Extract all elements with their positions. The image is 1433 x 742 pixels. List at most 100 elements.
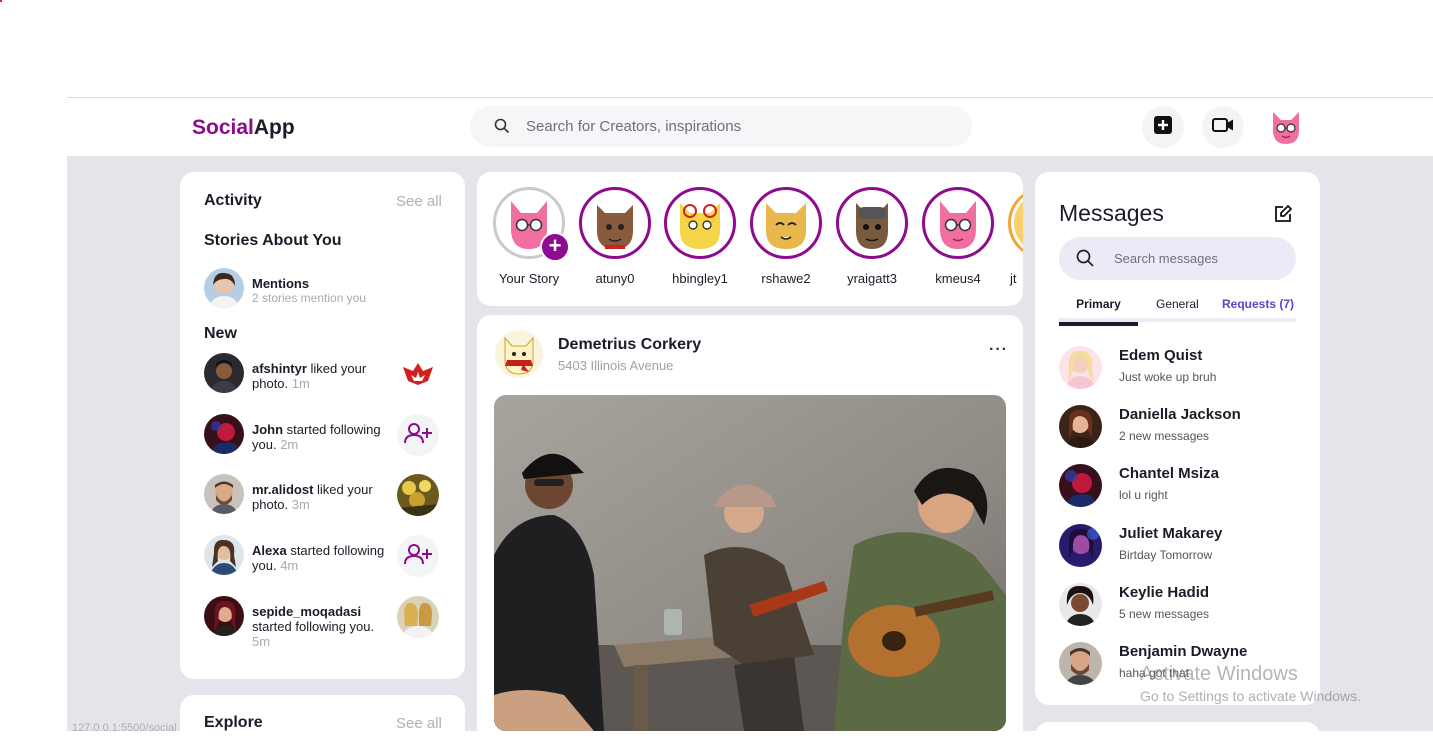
liked-photo-thumbnail[interactable] [397, 353, 439, 395]
story-item-own[interactable]: + Your Story [493, 187, 570, 286]
search-icon [1076, 249, 1094, 272]
message-preview: Just woke up bruh [1119, 370, 1217, 384]
story-avatar [670, 193, 730, 253]
active-tab-indicator [1059, 322, 1138, 326]
messages-card: Messages Primary General Requests (7) Ed… [1035, 172, 1320, 705]
post-location: 5403 Illinois Avenue [558, 358, 674, 373]
message-sender: Daniella Jackson [1119, 406, 1241, 423]
activity-username[interactable]: John [252, 422, 283, 437]
activity-card: Activity See all Stories About You Menti… [180, 172, 465, 679]
story-ring [836, 187, 908, 259]
story-item[interactable]: hbingley1 [664, 187, 736, 286]
activity-avatar[interactable] [204, 414, 244, 454]
story-name: yraigatt3 [847, 271, 897, 286]
message-item[interactable]: Daniella Jackson 2 new messages [1059, 405, 1299, 455]
message-item[interactable]: Edem Quist Just woke up bruh [1059, 346, 1299, 396]
activity-username[interactable]: mr.alidost [252, 482, 313, 497]
search-input[interactable] [526, 106, 946, 147]
follow-back-button[interactable] [397, 535, 439, 577]
mentions-avatar[interactable] [204, 268, 244, 308]
add-user-icon [404, 543, 432, 570]
profile-avatar[interactable] [1265, 106, 1307, 148]
activity-avatar[interactable] [204, 353, 244, 393]
activity-see-all-link[interactable]: See all [396, 193, 442, 210]
main-area: Activity See all Stories About You Menti… [67, 156, 1433, 731]
message-avatar [1059, 405, 1102, 448]
edit-icon [1273, 205, 1293, 228]
story-item[interactable]: yraigatt3 [836, 187, 908, 286]
logo-rest: App [253, 116, 295, 139]
message-sender: Benjamin Dwayne [1119, 643, 1248, 660]
story-name: atuny0 [595, 271, 635, 286]
messages-search-input[interactable] [1114, 237, 1284, 280]
activity-item-text: sepide_moqadasi started following you. 5… [252, 604, 392, 649]
message-sender: Chantel Msiza [1119, 465, 1220, 482]
search-icon [494, 118, 510, 139]
liked-photo-thumbnail[interactable] [397, 474, 439, 516]
tab-general[interactable]: General [1156, 297, 1199, 311]
post-author-avatar[interactable] [495, 330, 543, 378]
message-sender: Keylie Hadid [1119, 584, 1210, 601]
liked-photo-thumbnail[interactable] [397, 596, 439, 638]
story-item[interactable]: jt [1008, 187, 1023, 286]
create-post-button[interactable] [1142, 106, 1184, 148]
message-item[interactable]: Chantel Msiza lol u right [1059, 464, 1299, 514]
story-ring [750, 187, 822, 259]
message-sender: Juliet Makarey [1119, 525, 1223, 542]
activity-username[interactable]: Alexa [252, 543, 287, 558]
message-preview: 5 new messages [1119, 607, 1210, 621]
add-story-button[interactable]: + [540, 232, 570, 262]
post-image[interactable] [494, 395, 1006, 731]
messages-tabs: Primary General Requests (7) [1059, 291, 1296, 326]
explore-card: Explore See all [180, 695, 465, 731]
story-name: jt [1010, 271, 1017, 286]
story-name: hbingley1 [672, 271, 728, 286]
message-preview: lol u right [1119, 488, 1168, 502]
activity-avatar[interactable] [204, 474, 244, 514]
status-bar-url: 127.0.0.1:5500/social [72, 722, 177, 734]
navbar: SocialApp [67, 98, 1433, 156]
stories-card: + Your Story atuny0 hbingley1 rshawe2 yr… [477, 172, 1023, 306]
story-ring [579, 187, 651, 259]
message-avatar [1059, 583, 1102, 626]
message-preview: Birtday Tomorrow [1119, 548, 1213, 562]
message-preview: 2 new messages [1119, 429, 1210, 443]
activity-title: Activity [204, 192, 262, 209]
tab-requests[interactable]: Requests (7) [1222, 297, 1294, 311]
story-name: Your Story [498, 271, 560, 286]
story-ring: + [493, 187, 570, 262]
story-ring [664, 187, 736, 259]
app-logo[interactable]: SocialApp [192, 116, 295, 140]
story-avatar [928, 193, 988, 253]
post-options-button[interactable]: ··· [989, 341, 1008, 359]
explore-see-all-link[interactable]: See all [396, 715, 442, 731]
message-item[interactable]: Juliet Makarey Birtday Tomorrow [1059, 524, 1299, 574]
message-avatar [1059, 642, 1102, 685]
activity-item-text: John started following you. 2m [252, 422, 392, 452]
video-call-button[interactable] [1202, 106, 1244, 148]
activity-avatar[interactable] [204, 596, 244, 636]
compose-message-button[interactable] [1273, 204, 1293, 229]
activity-username[interactable]: sepide_moqadasi [252, 604, 361, 619]
activity-avatar[interactable] [204, 535, 244, 575]
activity-time: 4m [280, 558, 299, 573]
stories-about-you-title: Stories About You [204, 232, 342, 249]
story-ring [922, 187, 994, 259]
story-item[interactable]: kmeus4 [922, 187, 994, 286]
tab-primary-label: Primary [1076, 297, 1121, 311]
mentions-label[interactable]: Mentions [252, 276, 392, 291]
message-avatar [1059, 464, 1102, 507]
activity-username[interactable]: afshintyr [252, 361, 307, 376]
message-sender: Edem Quist [1119, 347, 1203, 364]
post-author-name[interactable]: Demetrius Corkery [558, 336, 701, 354]
mentions-subtext: 2 stories mention you [252, 291, 367, 305]
activity-time: 3m [291, 497, 310, 512]
message-item[interactable]: Keylie Hadid 5 new messages [1059, 583, 1299, 633]
activity-item-text: afshintyr liked your photo. 1m [252, 361, 392, 391]
follow-back-button[interactable] [397, 414, 439, 456]
post-card: Demetrius Corkery 5403 Illinois Avenue ·… [477, 315, 1023, 731]
story-item[interactable]: rshawe2 [750, 187, 822, 286]
story-item[interactable]: atuny0 [579, 187, 651, 286]
story-avatar [585, 193, 645, 253]
tab-primary[interactable]: Primary [1059, 297, 1138, 326]
